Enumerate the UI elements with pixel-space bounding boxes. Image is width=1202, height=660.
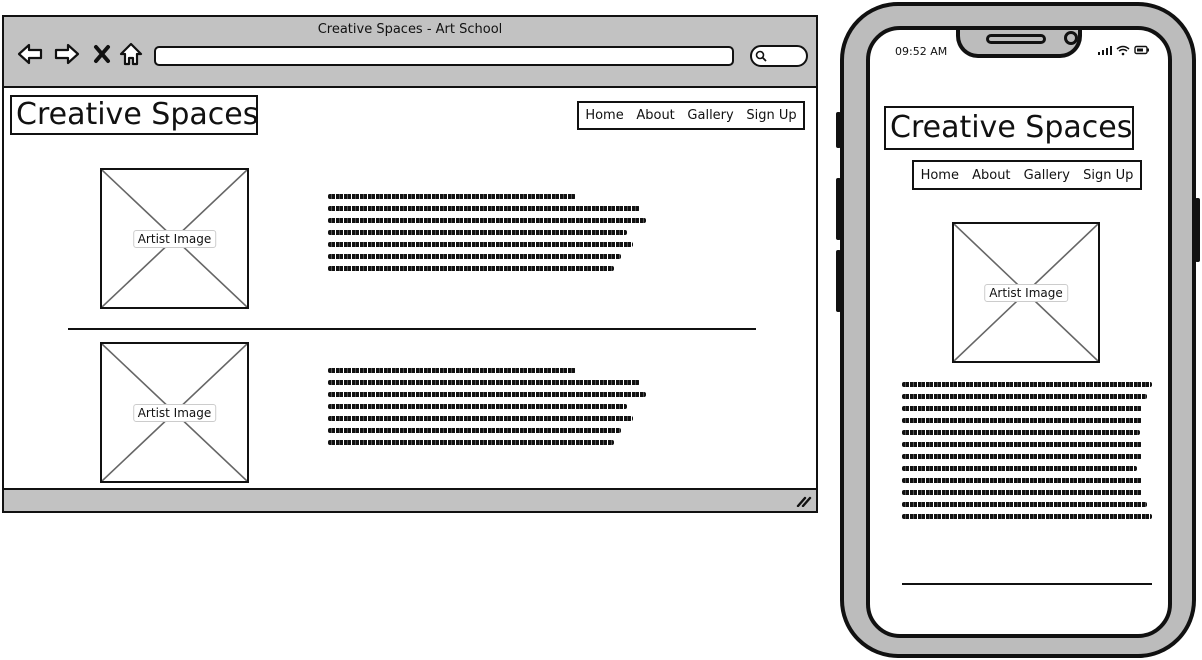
- forward-icon[interactable]: [53, 40, 81, 68]
- menu-item-home[interactable]: Home: [585, 108, 623, 123]
- section-divider: [902, 583, 1152, 585]
- artist-image-label: Artist Image: [132, 403, 217, 422]
- menu-item-about[interactable]: About: [636, 108, 674, 123]
- artist-image: Artist Image: [952, 222, 1100, 363]
- artist-bio-text: [328, 194, 646, 278]
- wifi-icon: [1116, 45, 1130, 56]
- search-box[interactable]: [750, 45, 808, 67]
- site-logo[interactable]: Creative Spaces: [884, 106, 1134, 150]
- search-icon: [755, 50, 767, 62]
- phone-screen: 09:52 AM Creative Spaces Home About Gall…: [866, 26, 1172, 638]
- menu-item-gallery[interactable]: Gallery: [687, 108, 733, 123]
- phone-frame: 09:52 AM Creative Spaces Home About Gall…: [840, 2, 1196, 658]
- menu-item-sign-up[interactable]: Sign Up: [746, 108, 796, 123]
- browser-status-bar: [4, 488, 816, 511]
- site-logo[interactable]: Creative Spaces: [10, 95, 258, 135]
- menu-item-about[interactable]: About: [972, 168, 1010, 183]
- nav-menu: Home About Gallery Sign Up: [577, 101, 805, 130]
- artist-image: Artist Image: [100, 168, 249, 309]
- phone-speaker: [986, 34, 1046, 44]
- camera-icon: [1064, 31, 1078, 45]
- home-icon[interactable]: [117, 40, 145, 68]
- status-icons: [1098, 45, 1149, 56]
- signal-icon: [1098, 46, 1112, 55]
- status-time: 09:52 AM: [895, 45, 948, 58]
- artist-bio-text: [902, 382, 1152, 526]
- nav-menu: Home About Gallery Sign Up: [912, 160, 1142, 190]
- section-divider: [68, 328, 756, 330]
- battery-icon: [1134, 45, 1149, 55]
- browser-toolbar: Creative Spaces - Art School: [4, 17, 816, 88]
- browser-window: Creative Spaces - Art School Creative Sp…: [2, 15, 818, 513]
- window-title: Creative Spaces - Art School: [317, 22, 503, 37]
- artist-image-label: Artist Image: [132, 229, 217, 248]
- menu-item-sign-up[interactable]: Sign Up: [1083, 168, 1133, 183]
- address-bar[interactable]: [154, 46, 734, 66]
- resize-grip-icon[interactable]: [796, 495, 812, 507]
- artist-image-label: Artist Image: [984, 283, 1068, 302]
- menu-item-gallery[interactable]: Gallery: [1024, 168, 1070, 183]
- artist-bio-text: [328, 368, 646, 452]
- artist-image: Artist Image: [100, 342, 249, 483]
- menu-item-home[interactable]: Home: [921, 168, 959, 183]
- close-icon[interactable]: [88, 40, 116, 68]
- back-icon[interactable]: [16, 40, 44, 68]
